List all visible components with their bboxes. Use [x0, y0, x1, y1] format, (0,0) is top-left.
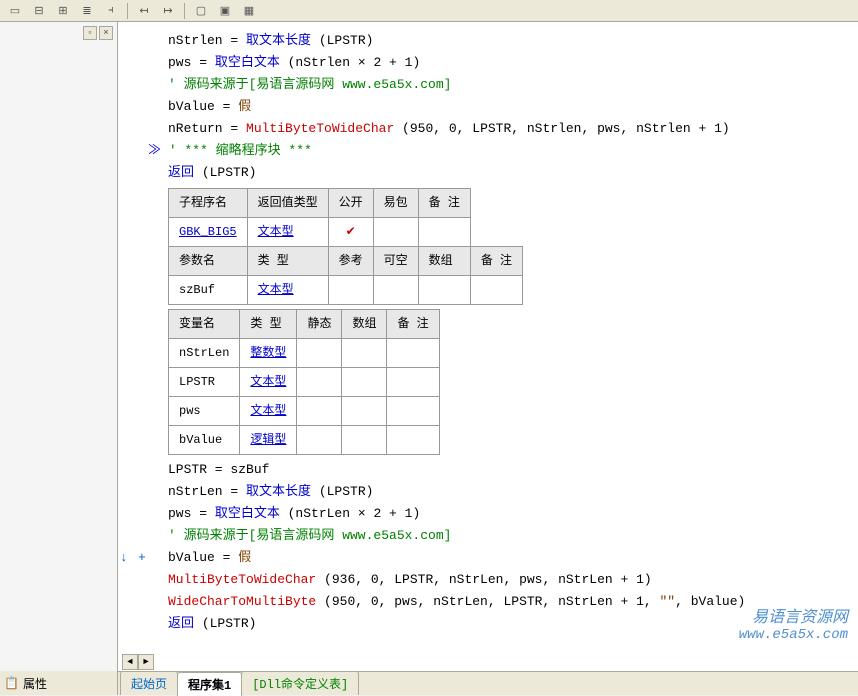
- th-ref: 参考: [328, 247, 373, 276]
- th-rettype: 返回值类型: [247, 189, 328, 218]
- scroll-right-btn[interactable]: ►: [138, 654, 154, 670]
- th-static: 静态: [297, 310, 342, 339]
- th-array: 数组: [418, 247, 470, 276]
- left-panel: ▫ ×: [0, 22, 118, 671]
- scroll-nav: ◄ ►: [122, 654, 154, 670]
- table-row[interactable]: pws 文本型: [169, 397, 440, 426]
- code-line: pws = 取空白文本 (nStrlen × 2 + 1): [168, 52, 858, 74]
- arrow-down-icon[interactable]: ↓: [120, 547, 128, 569]
- tool-btn-2[interactable]: ⊟: [28, 2, 50, 20]
- tab-dll-commands[interactable]: [Dll命令定义表]: [241, 671, 359, 695]
- panel-controls: ▫ ×: [83, 26, 113, 40]
- code-fold-marker[interactable]: ≫ ' *** 缩略程序块 ***: [148, 140, 858, 162]
- panel-close-btn[interactable]: ×: [99, 26, 113, 40]
- tool-btn-5[interactable]: ⫞: [100, 2, 122, 20]
- th-param: 参数名: [169, 247, 248, 276]
- table-row[interactable]: nStrLen 整数型: [169, 339, 440, 368]
- th-remark: 备 注: [418, 189, 470, 218]
- code-comment: ' 源码来源于[易语言源码网 www.e5a5x.com]: [168, 74, 858, 96]
- th-remark2: 备 注: [470, 247, 522, 276]
- separator: [184, 3, 185, 19]
- table-row[interactable]: bValue 逻辑型: [169, 426, 440, 455]
- code-line: nReturn = MultiByteToWideChar (950, 0, L…: [168, 118, 858, 140]
- tab-program-set[interactable]: 程序集1: [177, 672, 242, 696]
- tool-btn-3[interactable]: ⊞: [52, 2, 74, 20]
- code-line: LPSTR = szBuf: [168, 459, 858, 481]
- code-line: nStrLen = 取文本长度 (LPSTR): [168, 481, 858, 503]
- code-line: MultiByteToWideChar (936, 0, LPSTR, nStr…: [168, 569, 858, 591]
- code-line: ↓ + bValue = 假: [168, 547, 858, 569]
- th-subname: 子程序名: [169, 189, 248, 218]
- code-comment: ' 源码来源于[易语言源码网 www.e5a5x.com]: [168, 525, 858, 547]
- tool-btn-6[interactable]: ↤: [133, 2, 155, 20]
- bottom-bar: 📋 属性 起始页 程序集1 [Dll命令定义表]: [0, 671, 858, 695]
- separator: [127, 3, 128, 19]
- th-vartype: 类 型: [240, 310, 297, 339]
- th-vararray: 数组: [342, 310, 387, 339]
- code-line: bValue = 假: [168, 96, 858, 118]
- properties-icon: 📋: [4, 676, 19, 691]
- subroutine-table[interactable]: 子程序名 返回值类型 公开 易包 备 注 GBK_BIG5 文本型 ✔ 参数名 …: [168, 188, 523, 305]
- main-area: ▫ × nStrlen = 取文本长度 (LPSTR) pws = 取空白文本 …: [0, 22, 858, 671]
- th-nullable: 可空: [373, 247, 418, 276]
- tool-btn-7[interactable]: ↦: [157, 2, 179, 20]
- th-yibao: 易包: [373, 189, 418, 218]
- scroll-left-btn[interactable]: ◄: [122, 654, 138, 670]
- code-line: 返回 (LPSTR): [168, 162, 858, 184]
- tab-startpage[interactable]: 起始页: [120, 671, 178, 695]
- table-row[interactable]: GBK_BIG5 文本型 ✔: [169, 218, 523, 247]
- table-row[interactable]: szBuf 文本型: [169, 276, 523, 305]
- properties-tab[interactable]: 📋 属性: [0, 671, 118, 695]
- code-line: nStrlen = 取文本长度 (LPSTR): [168, 30, 858, 52]
- th-varname: 变量名: [169, 310, 240, 339]
- plus-icon[interactable]: +: [138, 547, 146, 569]
- th-varremark: 备 注: [387, 310, 439, 339]
- th-public: 公开: [328, 189, 373, 218]
- tool-btn-8[interactable]: ▢: [190, 2, 212, 20]
- table-row[interactable]: LPSTR 文本型: [169, 368, 440, 397]
- tool-btn-1[interactable]: ▭: [4, 2, 26, 20]
- th-type: 类 型: [247, 247, 328, 276]
- variable-table[interactable]: 变量名 类 型 静态 数组 备 注 nStrLen 整数型 LPSTR 文本型: [168, 309, 440, 455]
- tool-btn-4[interactable]: ≣: [76, 2, 98, 20]
- tool-btn-10[interactable]: ▦: [238, 2, 260, 20]
- tab-strip: 起始页 程序集1 [Dll命令定义表]: [118, 671, 358, 695]
- code-editor[interactable]: nStrlen = 取文本长度 (LPSTR) pws = 取空白文本 (nSt…: [118, 22, 858, 671]
- code-line: pws = 取空白文本 (nStrLen × 2 + 1): [168, 503, 858, 525]
- tool-btn-9[interactable]: ▣: [214, 2, 236, 20]
- watermark: 易语言资源网 www.e5a5x.com: [739, 603, 848, 643]
- toolbar: ▭ ⊟ ⊞ ≣ ⫞ ↤ ↦ ▢ ▣ ▦: [0, 0, 858, 22]
- panel-pin-btn[interactable]: ▫: [83, 26, 97, 40]
